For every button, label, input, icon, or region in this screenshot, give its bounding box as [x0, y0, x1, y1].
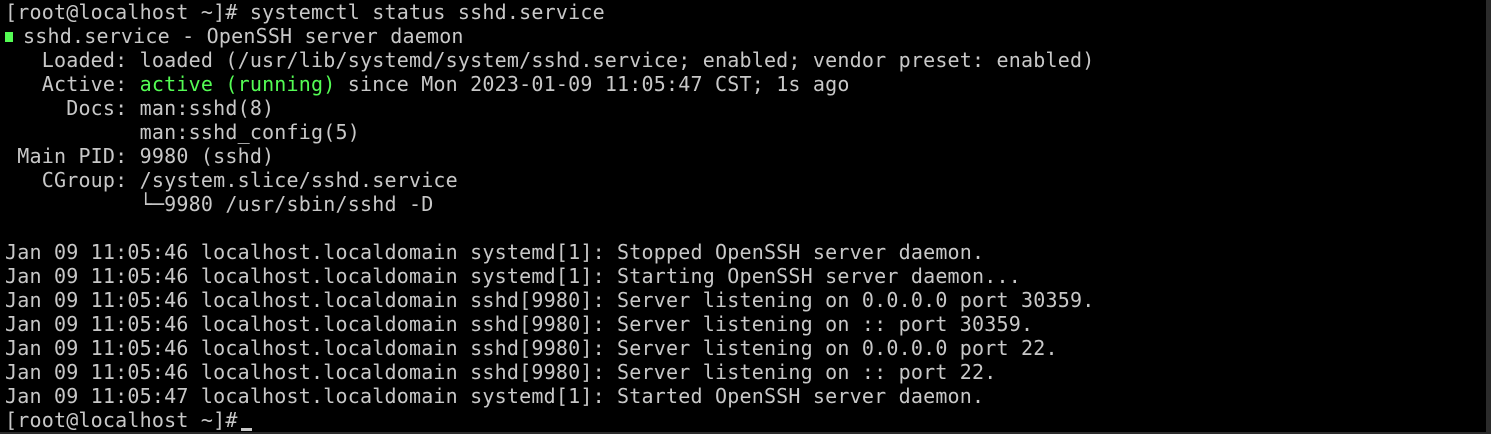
docs-line-continued: man:sshd_config(5): [5, 120, 360, 144]
active-since: since Mon 2023-01-09 11:05:47 CST; 1s ag…: [335, 72, 850, 96]
active-line: Active: active (running) since Mon 2023-…: [5, 72, 850, 96]
main-pid-line: Main PID: 9980 (sshd): [5, 144, 275, 168]
unit-header-line: sshd.service - OpenSSH server daemon: [5, 24, 464, 48]
loaded-line: Loaded: loaded (/usr/lib/systemd/system/…: [5, 48, 1095, 72]
log-line: Jan 09 11:05:46 localhost.localdomain ss…: [5, 288, 1095, 312]
log-line: Jan 09 11:05:46 localhost.localdomain sy…: [5, 240, 985, 264]
log-line: Jan 09 11:05:46 localhost.localdomain sy…: [5, 264, 1022, 288]
terminal-window[interactable]: [root@localhost ~]# systemctl status ssh…: [0, 0, 1491, 434]
cgroup-line: CGroup: /system.slice/sshd.service: [5, 168, 458, 192]
log-line: Jan 09 11:05:46 localhost.localdomain ss…: [5, 360, 997, 384]
cursor-icon: [240, 428, 252, 431]
log-line: Jan 09 11:05:47 localhost.localdomain sy…: [5, 384, 985, 408]
prompt-line[interactable]: [root@localhost ~]#: [5, 408, 252, 432]
active-label: Active:: [5, 72, 140, 96]
log-line: Jan 09 11:05:46 localhost.localdomain ss…: [5, 336, 1058, 360]
docs-line: Docs: man:sshd(8): [5, 96, 275, 120]
unit-header: sshd.service - OpenSSH server daemon: [23, 24, 464, 48]
cgroup-child-line: └─9980 /usr/sbin/sshd -D: [5, 192, 434, 216]
active-state: active (running): [139, 72, 336, 96]
log-line: Jan 09 11:05:46 localhost.localdomain ss…: [5, 312, 1034, 336]
status-bullet-icon: [5, 32, 13, 42]
command-line: [root@localhost ~]# systemctl status ssh…: [5, 0, 605, 24]
prompt: [root@localhost ~]#: [5, 408, 238, 432]
